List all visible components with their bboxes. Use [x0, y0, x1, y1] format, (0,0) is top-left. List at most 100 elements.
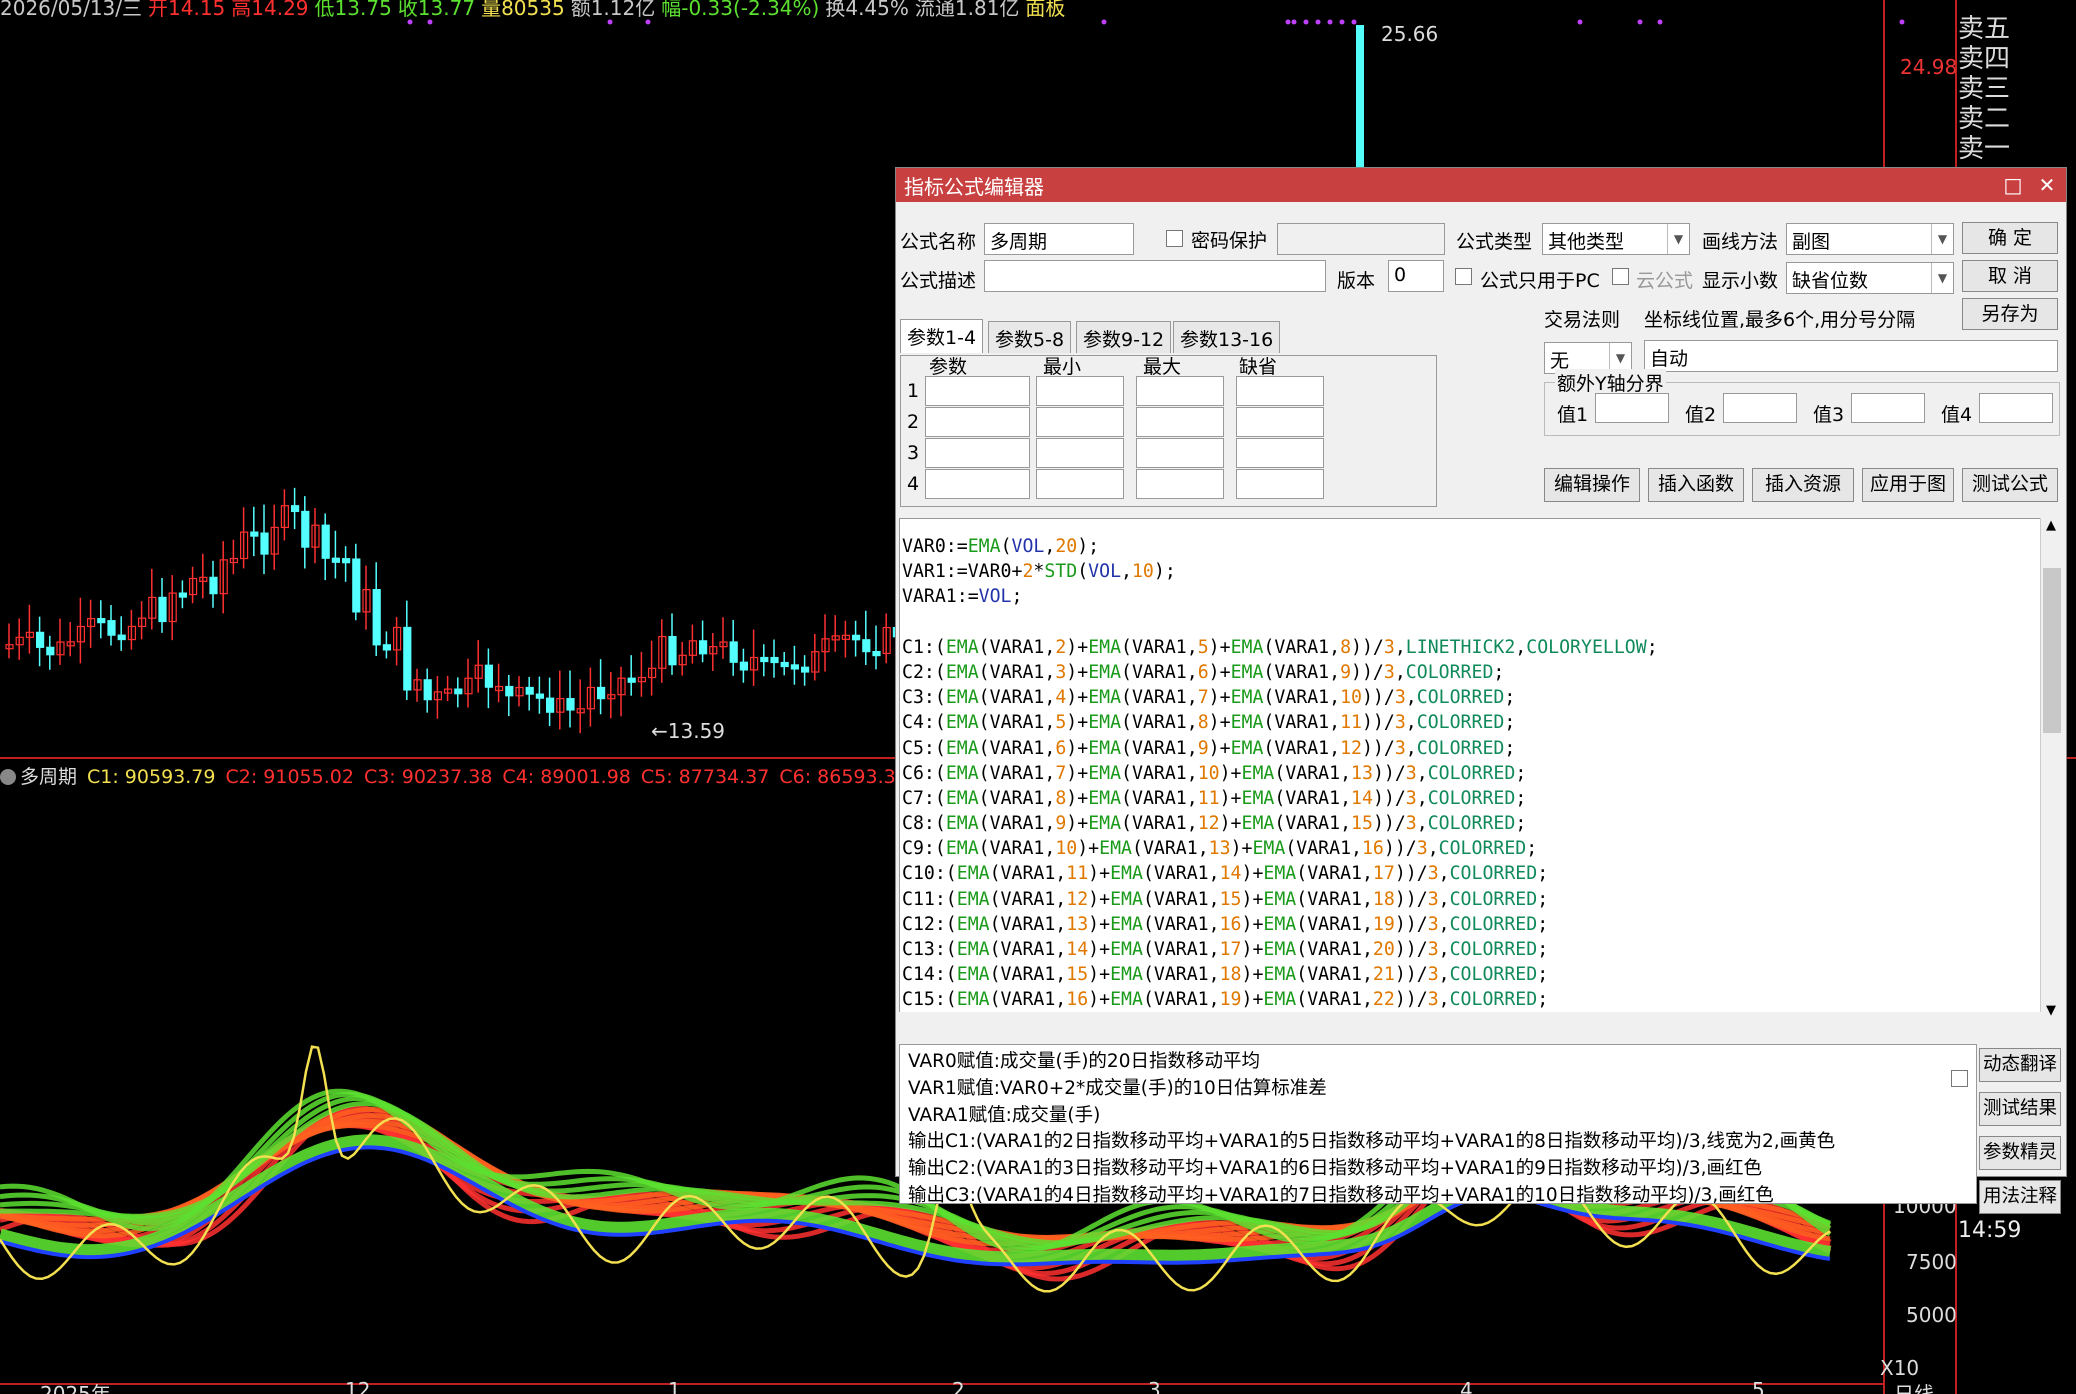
action-button[interactable]: 编辑操作: [1544, 468, 1640, 502]
action-button[interactable]: 测试公式: [1962, 468, 2058, 502]
tab-params-5-8[interactable]: 参数5-8: [988, 321, 1072, 353]
candle-body: [780, 661, 789, 668]
name-label: 公式名称: [900, 231, 977, 253]
param-cell[interactable]: [925, 469, 1030, 499]
param-cell[interactable]: [1036, 469, 1124, 499]
param-cell[interactable]: [1236, 438, 1324, 468]
save-as-button[interactable]: 另存为: [1962, 298, 2058, 330]
marker-dot: [1637, 19, 1643, 25]
tab-params-1-4[interactable]: 参数1-4: [900, 319, 984, 353]
code-line: C5:(EMA(VARA1,6)+EMA(VARA1,9)+EMA(VARA1,…: [902, 737, 1516, 759]
formula-type-select[interactable]: 其他类型 ▼: [1542, 223, 1690, 255]
marker-dot: [1339, 19, 1345, 25]
chevron-down-icon[interactable]: ▼: [1931, 263, 1953, 293]
password-checkbox[interactable]: [1166, 230, 1183, 247]
code-line: C2:(EMA(VARA1,3)+EMA(VARA1,6)+EMA(VARA1,…: [902, 661, 1505, 683]
param-cell[interactable]: [1236, 376, 1324, 406]
action-button[interactable]: 插入函数: [1648, 468, 1744, 502]
price-high-label: 25.66: [1381, 22, 1439, 46]
side-button[interactable]: 测试结果: [1979, 1092, 2061, 1126]
draw-method-select[interactable]: 副图 ▼: [1786, 223, 1954, 255]
code-editor[interactable]: VAR0:=EMA(VOL,20); VAR1:=VAR0+2*STD(VOL,1…: [899, 518, 2041, 1018]
collapse-icon[interactable]: [0, 769, 16, 785]
pc-only-checkbox[interactable]: [1455, 268, 1472, 285]
axis-multiplier: X10: [1880, 1356, 1920, 1380]
code-horizontal-scrollbar[interactable]: [899, 1012, 2041, 1032]
code-line: VAR1:=VAR0+2*STD(VOL,10);: [902, 561, 1176, 583]
cancel-button[interactable]: 取 消: [1962, 260, 2058, 292]
candle-body: [872, 651, 881, 657]
params-table: 参数 最小 最大 缺省 1 2 3 4: [900, 355, 1437, 507]
dialog-titlebar[interactable]: 指标公式编辑器 □ ✕: [896, 168, 2066, 202]
close-icon[interactable]: ✕: [2034, 172, 2060, 198]
candle-body: [862, 639, 871, 653]
param-cell[interactable]: [925, 438, 1030, 468]
candle-body: [525, 686, 534, 695]
param-cell[interactable]: [1036, 376, 1124, 406]
side-button[interactable]: 用法注释: [1979, 1180, 2061, 1214]
formula-desc-input[interactable]: [984, 260, 1326, 292]
candle-body: [352, 558, 361, 613]
coord-input[interactable]: 自动: [1644, 340, 2058, 372]
param-header-default: 缺省: [1239, 356, 1278, 378]
param-cell[interactable]: [1136, 469, 1224, 499]
explain-line: 输出C2:(VARA1的3日指数移动平均+VARA1的6日指数移动平均+VARA…: [908, 1158, 1763, 1180]
chevron-down-icon[interactable]: ▼: [1667, 224, 1689, 254]
side-button[interactable]: 参数精灵: [1979, 1136, 2061, 1170]
param-cell[interactable]: [1136, 407, 1224, 437]
candle-body: [851, 634, 861, 641]
tab-params-13-16[interactable]: 参数13-16: [1173, 321, 1281, 353]
param-cell[interactable]: [1136, 376, 1224, 406]
tab-params-9-12[interactable]: 参数9-12: [1076, 321, 1172, 353]
cloud-label: 云公式: [1636, 270, 1694, 292]
param-cell[interactable]: [1236, 469, 1324, 499]
param-cell[interactable]: [1036, 407, 1124, 437]
param-header-min: 最小: [1043, 356, 1082, 378]
candle-body: [454, 688, 463, 695]
candle-body: [423, 679, 432, 701]
candle-body: [331, 557, 340, 563]
scroll-down-icon[interactable]: ▼: [2046, 1003, 2056, 1018]
ok-button[interactable]: 确 定: [1962, 222, 2058, 254]
param-cell[interactable]: [1236, 407, 1324, 437]
code-vertical-scrollbar[interactable]: ▲ ▼: [2040, 518, 2063, 1018]
version-input[interactable]: 0: [1388, 260, 1444, 292]
explain-checkbox[interactable]: [1951, 1070, 1968, 1087]
cloud-checkbox[interactable]: [1612, 268, 1629, 285]
scroll-up-icon[interactable]: ▲: [2046, 518, 2056, 533]
val4-label: 值4: [1941, 404, 1973, 426]
formula-explanation: VAR0赋值:成交量(手)的20日指数移动平均 VAR1赋值:VAR0+2*成交量…: [899, 1044, 1977, 1204]
candle-body: [403, 626, 412, 691]
val4-input[interactable]: [1979, 393, 2053, 423]
marker-dot: [1577, 19, 1583, 25]
version-label: 版本: [1337, 270, 1376, 292]
candle-body: [484, 664, 493, 688]
candle-body: [178, 592, 187, 598]
param-cell[interactable]: [1136, 438, 1224, 468]
candle-body: [760, 656, 769, 663]
param-cell[interactable]: [925, 407, 1030, 437]
action-button[interactable]: 插入资源: [1752, 468, 1854, 502]
code-line: VARA1:=VOL;: [902, 586, 1023, 608]
decimal-select[interactable]: 缺省位数 ▼: [1786, 262, 1954, 294]
val2-input[interactable]: [1723, 393, 1797, 423]
candle-body: [301, 510, 310, 548]
side-button[interactable]: 动态翻译: [1979, 1048, 2061, 1082]
trade-rule-label: 交易法则: [1544, 309, 1621, 331]
param-cell[interactable]: [925, 376, 1030, 406]
candle-body: [35, 631, 45, 648]
formula-name-input[interactable]: 多周期: [984, 223, 1134, 255]
maximize-icon[interactable]: □: [2000, 172, 2026, 198]
val3-input[interactable]: [1851, 393, 1925, 423]
scroll-thumb[interactable]: [2043, 568, 2061, 733]
code-line: C6:(EMA(VARA1,7)+EMA(VARA1,10)+EMA(VARA1…: [902, 762, 1527, 784]
code-line: C4:(EMA(VARA1,5)+EMA(VARA1,8)+EMA(VARA1,…: [902, 712, 1516, 734]
candle-body: [566, 698, 575, 711]
val1-input[interactable]: [1595, 393, 1669, 423]
marker-dot: [407, 19, 413, 25]
param-cell[interactable]: [1036, 438, 1124, 468]
password-input[interactable]: [1277, 223, 1445, 255]
chevron-down-icon[interactable]: ▼: [1931, 224, 1953, 254]
action-button[interactable]: 应用于图: [1862, 468, 1954, 502]
